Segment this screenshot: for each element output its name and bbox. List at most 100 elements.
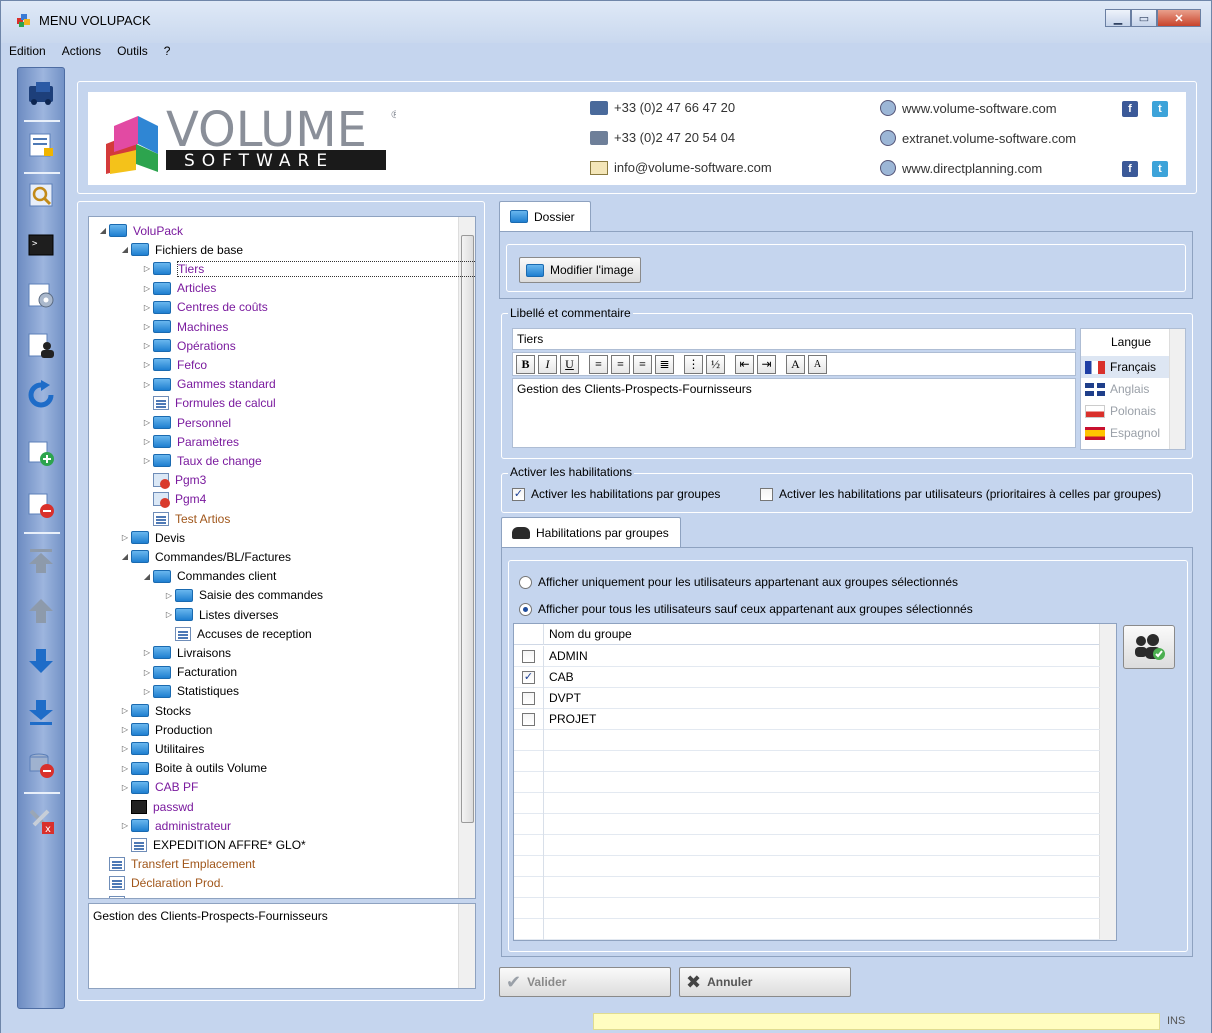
tree-node[interactable]: ▷ Fefco: [141, 355, 207, 374]
expander-icon[interactable]: ◢: [119, 552, 131, 561]
expander-icon[interactable]: ▷: [119, 725, 131, 734]
tree-node[interactable]: ▷ Utilitaires: [119, 739, 204, 758]
terminal-icon[interactable]: >: [24, 228, 58, 262]
label-input[interactable]: Tiers: [512, 328, 1076, 350]
underline-button[interactable]: U: [560, 354, 579, 374]
expander-icon[interactable]: ▷: [163, 591, 175, 600]
tree-node[interactable]: Déclaration Prod.: [97, 874, 224, 893]
apply-groups-button[interactable]: [1123, 625, 1175, 669]
tree-node[interactable]: ▷ Tiers: [141, 259, 475, 278]
expander-icon[interactable]: ▷: [141, 322, 153, 331]
tree-node[interactable]: Accuses de reception: [163, 624, 312, 643]
tree-node[interactable]: ◢ Fichiers de base: [119, 240, 243, 259]
volupack-icon[interactable]: [24, 76, 58, 110]
tree-node[interactable]: ▷ Stocks: [119, 701, 191, 720]
bullet-list-button[interactable]: ⋮: [684, 354, 703, 374]
description-scrollbar[interactable]: [458, 904, 475, 988]
tree-node[interactable]: ▷ Paramètres: [141, 432, 239, 451]
tree-node[interactable]: ▷ CAB PF: [119, 778, 198, 797]
tree-node[interactable]: ▷ Facturation: [141, 663, 237, 682]
tree-node[interactable]: Formules de calcul: [141, 394, 276, 413]
validate-button[interactable]: ✔ Valider: [499, 967, 671, 997]
expander-icon[interactable]: ▷: [141, 437, 153, 446]
cancel-button[interactable]: ✖ Annuler: [679, 967, 851, 997]
tree-node[interactable]: ◢ VoluPack: [97, 221, 183, 240]
tree-node[interactable]: ▷ Livraisons: [141, 643, 231, 662]
bold-button[interactable]: B: [516, 354, 535, 374]
align-left-button[interactable]: ≡: [589, 354, 608, 374]
maximize-button[interactable]: ▭: [1131, 9, 1157, 27]
by-users-checkbox[interactable]: [760, 487, 773, 501]
tools-close-icon[interactable]: x: [24, 804, 58, 838]
web-link-1[interactable]: www.volume-software.com: [880, 100, 1057, 116]
expander-icon[interactable]: ▷: [141, 360, 153, 369]
table-row[interactable]: ✓ CAB: [514, 666, 1100, 688]
twitter-icon[interactable]: t: [1152, 101, 1168, 117]
move-top-icon[interactable]: [24, 544, 58, 578]
tree-node[interactable]: ▷ Saisie des commandes: [163, 586, 323, 605]
table-row[interactable]: [514, 813, 1100, 835]
tree-node[interactable]: ◢ Commandes client: [141, 567, 276, 586]
refresh-icon[interactable]: [24, 378, 58, 412]
table-row[interactable]: ADMIN: [514, 645, 1100, 667]
tree-node[interactable]: ▷ Centres de coûts: [141, 298, 268, 317]
menu-actions[interactable]: Actions: [62, 43, 101, 63]
table-row[interactable]: [514, 855, 1100, 877]
db-remove-icon[interactable]: [24, 748, 58, 782]
language-polish[interactable]: Polonais: [1081, 400, 1169, 422]
email-contact[interactable]: info@volume-software.com: [590, 160, 772, 175]
expander-icon[interactable]: ▷: [163, 610, 175, 619]
group-checkbox[interactable]: [522, 691, 535, 705]
expander-icon[interactable]: ◢: [119, 245, 131, 254]
expander-icon[interactable]: ▷: [141, 668, 153, 677]
expander-icon[interactable]: ▷: [141, 284, 153, 293]
radio-all[interactable]: [519, 602, 532, 616]
move-bottom-icon[interactable]: [24, 696, 58, 730]
expander-icon[interactable]: ▷: [141, 456, 153, 465]
menu-edition[interactable]: Edition: [9, 43, 46, 63]
language-spanish[interactable]: Espagnol: [1081, 422, 1169, 444]
habilitations-by-groups[interactable]: ✓ Activer les habilitations par groupes: [512, 487, 720, 501]
expander-icon[interactable]: ▷: [141, 648, 153, 657]
font-shrink-button[interactable]: A: [808, 354, 827, 374]
web-link-2[interactable]: extranet.volume-software.com: [880, 130, 1076, 146]
tree-node[interactable]: ▷ Opérations: [141, 336, 236, 355]
tree-node[interactable]: ▷ Taux de change: [141, 451, 262, 470]
tree-node[interactable]: Test Artios: [141, 509, 230, 528]
tree-node[interactable]: Sortie Destruction: [97, 893, 226, 898]
tree-node[interactable]: Pgm4: [141, 490, 206, 509]
facebook-icon[interactable]: f: [1122, 101, 1138, 117]
radio-only-option[interactable]: Afficher uniquement pour les utilisateur…: [519, 575, 958, 589]
comment-textarea[interactable]: Gestion des Clients-Prospects-Fournisseu…: [512, 378, 1076, 448]
table-row[interactable]: [514, 792, 1100, 814]
expander-icon[interactable]: ▷: [119, 764, 131, 773]
numbered-list-button[interactable]: ½: [706, 354, 725, 374]
indent-button[interactable]: ⇥: [757, 354, 776, 374]
table-row[interactable]: [514, 897, 1100, 919]
font-grow-button[interactable]: A: [786, 354, 805, 374]
minimize-button[interactable]: ▁: [1105, 9, 1131, 27]
expander-icon[interactable]: ▷: [141, 341, 153, 350]
tree-node[interactable]: passwd: [119, 797, 194, 816]
table-row[interactable]: DVPT: [514, 687, 1100, 709]
expander-icon[interactable]: ◢: [97, 226, 109, 235]
radio-all-option[interactable]: Afficher pour tous les utilisateurs sauf…: [519, 602, 973, 616]
tree-node[interactable]: ▷ Gammes standard: [141, 375, 276, 394]
group-checkbox[interactable]: [522, 712, 535, 726]
expander-icon[interactable]: ▷: [141, 303, 153, 312]
tree-node[interactable]: ◢ Commandes/BL/Factures: [119, 547, 291, 566]
table-row[interactable]: [514, 918, 1100, 940]
table-row[interactable]: [514, 771, 1100, 793]
user-doc-icon[interactable]: [24, 328, 58, 362]
group-checkbox[interactable]: [522, 649, 535, 663]
expander-icon[interactable]: ◢: [141, 572, 153, 581]
tree-node[interactable]: ▷ Articles: [141, 279, 216, 298]
search-doc-icon[interactable]: [24, 178, 58, 212]
web-link-3[interactable]: www.directplanning.com: [880, 160, 1042, 176]
justify-button[interactable]: ≣: [655, 354, 674, 374]
move-down-icon[interactable]: [24, 644, 58, 678]
tree-node[interactable]: ▷ Machines: [141, 317, 228, 336]
by-groups-checkbox[interactable]: ✓: [512, 487, 525, 501]
remove-doc-icon[interactable]: [24, 488, 58, 522]
habilitations-by-users[interactable]: Activer les habilitations par utilisateu…: [760, 487, 1161, 501]
